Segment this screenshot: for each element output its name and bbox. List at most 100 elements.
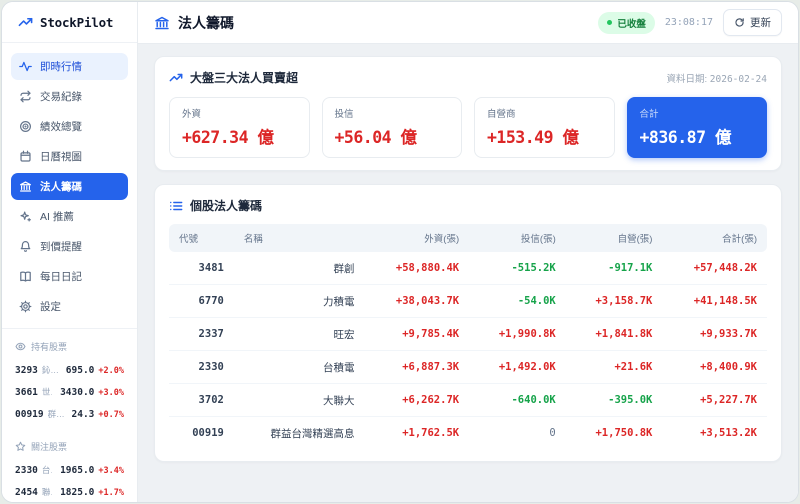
- sidebar-item-label: 到價提醒: [40, 241, 82, 253]
- cell-name: 群創: [233, 252, 365, 285]
- col-trust: 投信(張): [469, 224, 566, 252]
- stat-label: 外資: [182, 109, 202, 120]
- cell-total: +41,148.5K: [662, 284, 767, 318]
- book-icon: [19, 270, 32, 283]
- col-code: 代號: [169, 224, 234, 252]
- cell-trust: -54.0K: [469, 284, 566, 318]
- cell-trust: -515.2K: [469, 252, 566, 285]
- stock-name: 鈊象: [41, 365, 58, 375]
- content: 大盤三大法人買賣超 資料日期: 2026-02-24 外資 +627.34 億 …: [138, 44, 798, 502]
- data-date-label: 資料日期:: [666, 73, 708, 85]
- stat-label: 合計: [639, 109, 659, 120]
- table-row[interactable]: 00919 群益台灣精選高息 +1,762.5K 0 +1,750.8K +3,…: [169, 417, 767, 450]
- table-row[interactable]: 2330 台積電 +6,887.3K +1,492.0K +21.6K +8,4…: [169, 350, 767, 384]
- stock-price: 24.3: [71, 409, 95, 420]
- cell-code: 00919: [192, 427, 224, 439]
- sidebar: StockPilot 即時行情 交易紀錄 績效總覽 日曆視圖 法人籌碼 AI 推…: [2, 2, 138, 502]
- sidebar-item-institutional-chips[interactable]: 法人籌碼: [11, 173, 128, 200]
- cell-trust: +1,990.8K: [469, 317, 566, 351]
- list-icon: [169, 199, 183, 213]
- sidebar-item-settings[interactable]: 設定: [11, 293, 128, 320]
- cell-name: 群益台灣精選高息: [270, 427, 355, 440]
- cell-total: +3,513.2K: [700, 427, 757, 439]
- sidebar-item-realtime-quotes[interactable]: 即時行情: [11, 53, 128, 80]
- table-row[interactable]: 6770 力積電 +38,043.7K -54.0K +3,158.7K +41…: [169, 284, 767, 318]
- col-name: 名稱: [233, 224, 365, 252]
- cell-dealer: +3,158.7K: [565, 284, 663, 318]
- stat-foreign: 外資 +627.34 億: [169, 97, 310, 158]
- stat-label: 投信: [334, 109, 354, 120]
- sidebar-item-label: 每日日記: [40, 271, 82, 283]
- cell-foreign: +6,887.3K: [364, 350, 470, 384]
- stock-change: +2.0%: [98, 366, 124, 376]
- sidebar-item-price-alerts[interactable]: 到價提醒: [11, 233, 128, 260]
- sidebar-item-label: 交易紀錄: [40, 91, 82, 103]
- sidebar-item-label: 法人籌碼: [40, 181, 82, 193]
- stock-name: 世芯-KY: [41, 387, 52, 397]
- holding-row[interactable]: 00919 群益台灣 24.3 +0.7%: [13, 403, 126, 425]
- sidebar-item-label: 即時行情: [40, 61, 82, 73]
- bank-icon: [154, 15, 170, 31]
- refresh-icon: [734, 17, 745, 28]
- trending-up-icon: [18, 15, 33, 30]
- stock-price: 695.0: [65, 365, 95, 376]
- holdings-section: 持有股票 3293 鈊象 695.0 +2.0% 3661 世芯-KY 3430…: [2, 329, 137, 429]
- gear-icon: [19, 300, 32, 313]
- sidebar-item-trade-records[interactable]: 交易紀錄: [11, 83, 128, 110]
- table-row[interactable]: 3481 群創 +58,880.4K -515.2K -917.1K +57,4…: [169, 252, 767, 285]
- page-title: 法人籌碼: [178, 14, 234, 31]
- table-row[interactable]: 3702 大聯大 +6,262.7K -640.0K -395.0K +5,22…: [169, 383, 767, 417]
- stat-value: +627.34 億: [182, 128, 274, 147]
- activity-icon: [19, 60, 32, 73]
- stock-code: 2454: [15, 487, 38, 498]
- stock-change: +0.7%: [98, 410, 124, 420]
- refresh-button[interactable]: 更新: [723, 9, 782, 36]
- watchlist-section: 關注股票 2330 台積電 1965.0 +3.4% 2454 聯發科 1825…: [2, 429, 137, 502]
- stock-code: 3293: [15, 365, 38, 376]
- cell-foreign: +38,043.7K: [364, 284, 470, 318]
- target-icon: [19, 120, 32, 133]
- app-window: StockPilot 即時行情 交易紀錄 績效總覽 日曆視圖 法人籌碼 AI 推…: [1, 1, 799, 503]
- table-header: 代號 名稱 外資(張) 投信(張) 自營(張) 合計(張): [169, 224, 767, 252]
- sidebar-item-label: 設定: [40, 301, 61, 313]
- sidebar-item-performance[interactable]: 績效總覽: [11, 113, 128, 140]
- stock-table-title: 個股法人籌碼: [190, 199, 263, 213]
- cell-code: 2337: [169, 317, 234, 351]
- sidebar-item-label: AI 推薦: [40, 211, 74, 223]
- stat-label: 自營商: [487, 109, 516, 120]
- cell-foreign: +1,762.5K: [402, 427, 460, 439]
- watchlist-header: 關注股票: [13, 438, 126, 459]
- bell-icon: [19, 240, 32, 253]
- cell-trust: +1,492.0K: [469, 350, 566, 384]
- cell-total: +9,933.7K: [662, 317, 767, 351]
- cell-code: 3481: [169, 252, 234, 285]
- cell-foreign: +9,785.4K: [364, 317, 470, 351]
- stat-value: +56.04 億: [334, 128, 418, 147]
- stock-change: +1.7%: [98, 488, 124, 498]
- watchlist-row[interactable]: 2330 台積電 1965.0 +3.4%: [13, 459, 126, 481]
- data-date-value: 2026-02-24: [709, 73, 767, 85]
- stock-change: +3.4%: [98, 466, 124, 476]
- cell-dealer: +1,750.8K: [595, 427, 653, 439]
- holding-row[interactable]: 3293 鈊象 695.0 +2.0%: [13, 359, 126, 381]
- clock: 23:08:17: [664, 17, 713, 28]
- app-logo: StockPilot: [2, 2, 137, 43]
- table-row[interactable]: 2337 旺宏 +9,785.4K +1,990.8K +1,841.8K +9…: [169, 317, 767, 351]
- stock-name: 群益台灣: [47, 409, 64, 419]
- cell-dealer: +21.6K: [565, 350, 663, 384]
- sidebar-item-daily-journal[interactable]: 每日日記: [11, 263, 128, 290]
- holding-row[interactable]: 3661 世芯-KY 3430.0 +3.0%: [13, 381, 126, 403]
- status-label: 已收盤: [617, 18, 646, 30]
- stock-name: 台積電: [41, 465, 52, 475]
- watchlist-row[interactable]: 2454 聯發科 1825.0 +1.7%: [13, 481, 126, 502]
- cell-dealer: +1,841.8K: [565, 317, 663, 351]
- data-date: 資料日期: 2026-02-24: [667, 71, 767, 85]
- cell-name: 大聯大: [233, 383, 365, 417]
- sidebar-item-label: 績效總覽: [40, 121, 82, 133]
- sidebar-item-calendar-view[interactable]: 日曆視圖: [11, 143, 128, 170]
- page-header: 法人籌碼 已收盤 23:08:17 更新: [138, 2, 798, 44]
- cell-name: 旺宏: [233, 317, 365, 351]
- holdings-header: 持有股票: [13, 338, 126, 359]
- stats-grid: 外資 +627.34 億 投信 +56.04 億 自營商 +153.49 億 合…: [169, 97, 767, 158]
- sidebar-item-ai-recommend[interactable]: AI 推薦: [11, 203, 128, 230]
